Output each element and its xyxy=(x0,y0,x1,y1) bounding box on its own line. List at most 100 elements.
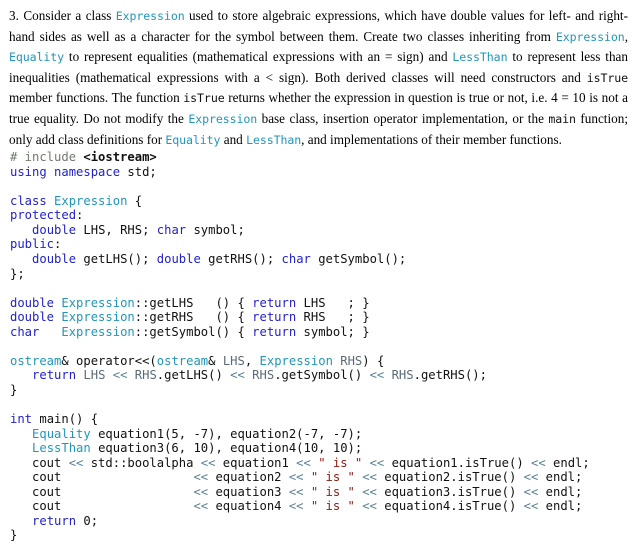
code-token-plain: & xyxy=(208,353,223,368)
code-token-kw: char xyxy=(10,324,62,339)
code-line: class Expression { xyxy=(10,194,630,209)
cpp-code-block: # include <iostream> using namespace std;… xyxy=(8,150,630,543)
code-line: public: xyxy=(10,237,630,252)
code-token-type: Expression xyxy=(259,353,341,368)
code-token-dim: RHS xyxy=(252,368,275,383)
code-token-plain: main() { xyxy=(39,412,99,426)
code-token-plain: std; xyxy=(127,164,157,179)
code-token-op: << xyxy=(362,470,385,485)
code-token-plain: ::getLHS () { xyxy=(134,295,253,310)
code-token-plain: std::boolalpha xyxy=(90,455,201,470)
code-token-plain: cout xyxy=(10,455,69,470)
code-token-plain: cout xyxy=(10,470,194,485)
code-token-op: << xyxy=(369,455,392,470)
code-token-plain: getLHS(); xyxy=(83,251,157,266)
code-token-kw: char xyxy=(281,251,319,266)
code-token-plain: cout xyxy=(10,499,194,514)
code-token-plain: , xyxy=(244,353,260,368)
code-token-kw: public xyxy=(10,237,55,252)
code-line: return 0; xyxy=(10,514,630,529)
inline-code-lessthan: LessThan xyxy=(246,132,302,147)
inline-code-expression: Expression xyxy=(188,111,258,126)
code-token-kw: double xyxy=(32,222,84,237)
code-token-type: Expression xyxy=(61,295,135,310)
code-token-op: << xyxy=(523,499,546,514)
code-token-plain: endl; xyxy=(545,470,583,485)
inline-code-expression: Expression xyxy=(555,29,625,44)
code-token-pre: # include xyxy=(10,150,84,165)
code-token-plain: } xyxy=(10,382,18,397)
code-token-kw: protected xyxy=(10,208,77,223)
code-token-dim: RHS xyxy=(391,368,414,383)
code-token-plain: : xyxy=(54,237,62,252)
code-token-plain: cout xyxy=(10,484,194,499)
code-token-dim: RHS xyxy=(340,353,363,368)
code-token-str: " is " xyxy=(310,499,363,514)
code-token-plain: equation1(5, -7), equation2(-7, -7); xyxy=(98,426,363,441)
code-token-plain: }; xyxy=(10,266,25,281)
code-token-op: << xyxy=(362,499,385,514)
code-line: double LHS, RHS; char symbol; xyxy=(10,223,630,238)
code-line: return LHS << RHS.getLHS() << RHS.getSym… xyxy=(10,368,630,383)
code-line: cout << std::boolalpha << equation1 << "… xyxy=(10,456,630,471)
code-token-dim: RHS xyxy=(134,368,157,383)
code-line: cout << equation3 << " is " << equation3… xyxy=(10,485,630,500)
code-token-kw: double xyxy=(10,310,62,325)
code-token-op: << xyxy=(288,484,311,499)
code-token-kw: double xyxy=(10,295,62,310)
code-token-type: LessThan xyxy=(32,441,99,456)
code-token-kw: return xyxy=(252,324,304,339)
code-token-hdr: <iostream> xyxy=(83,150,157,165)
code-line: cout << equation4 << " is " << equation4… xyxy=(10,499,630,514)
code-token-plain: LHS, RHS; xyxy=(83,222,157,237)
code-line: } xyxy=(10,528,630,543)
code-token-kw: char xyxy=(156,222,194,237)
code-token-op: << xyxy=(193,499,216,514)
question-prompt-paragraph: 3. Consider a class Expression used to s… xyxy=(9,8,628,147)
code-line: char Expression::getSymbol() { return sy… xyxy=(10,325,630,340)
code-token-plain: .getSymbol() xyxy=(274,368,370,383)
code-line: } xyxy=(10,383,630,398)
code-token-op: << xyxy=(288,499,311,514)
code-token-kw: using namespace xyxy=(10,164,128,179)
code-token-plain: endl; xyxy=(545,499,583,514)
code-line: # include <iostream> xyxy=(10,150,630,165)
code-token-type: Expression xyxy=(61,324,135,339)
code-token-plain: ) { xyxy=(362,353,385,368)
inline-code-main: main xyxy=(548,111,576,126)
code-line: int main() { xyxy=(10,412,630,427)
code-line: double Expression::getRHS () { return RH… xyxy=(10,310,630,325)
code-token-str: " is " xyxy=(310,470,363,485)
inline-code-lessthan: LessThan xyxy=(452,50,508,65)
code-token-plain: ::getRHS () { xyxy=(134,310,253,325)
code-token-op: << xyxy=(288,470,311,485)
inline-code-istrue: isTrue xyxy=(183,91,225,106)
code-line: using namespace std; xyxy=(10,165,630,180)
code-token-kw: return xyxy=(252,295,304,310)
code-token-op: << xyxy=(200,455,223,470)
code-token-op: << xyxy=(523,484,546,499)
code-token-dim: LHS xyxy=(222,353,245,368)
code-token-type: ostream xyxy=(10,353,62,368)
code-token-plain: 0; xyxy=(83,513,99,528)
code-token-plain: endl; xyxy=(553,455,590,470)
code-token-plain: equation3 xyxy=(215,484,289,499)
code-token-plain: getRHS(); xyxy=(208,251,282,266)
inline-code-equality: Equality xyxy=(9,50,65,65)
code-token-op: << xyxy=(523,470,546,485)
code-token-op: << xyxy=(531,455,554,470)
code-token-plain: { xyxy=(127,193,143,208)
code-line: ostream& operator<<(ostream& LHS, Expres… xyxy=(10,354,630,369)
inline-code-expression: Expression xyxy=(115,9,185,23)
code-token-op: << xyxy=(68,455,91,470)
code-token-plain: getSymbol(); xyxy=(318,251,407,266)
code-token-plain: & operator<<( xyxy=(61,353,157,368)
